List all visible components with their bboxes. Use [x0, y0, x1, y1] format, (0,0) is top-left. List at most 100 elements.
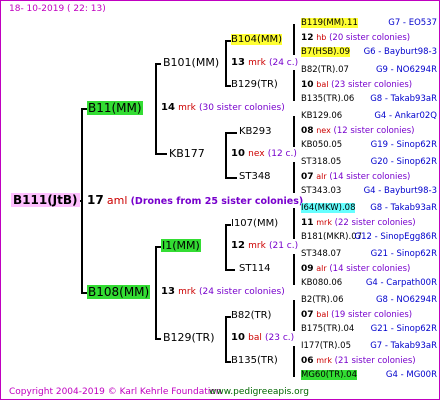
connector-line [155, 246, 157, 340]
connector-line [293, 162, 295, 193]
gen5-origin-top: G8 - Takab93aR [370, 203, 437, 213]
gen5-number: 07 [301, 172, 314, 182]
gen5-info: 09 alr (14 sister colonies) [301, 263, 410, 275]
gen4-queen: ST348 [239, 171, 271, 182]
connector-line [293, 116, 295, 147]
gen5-origin-top: G20 - Sinop62R [370, 157, 437, 167]
gen5-queen-bottom: B135(TR).06 [301, 94, 355, 104]
gen3-mark: mrk [248, 58, 266, 68]
gen4-queen: I107(MM) [231, 218, 279, 229]
gen4-queen: B129(TR) [231, 79, 278, 90]
gen5-queen-name: B119(MM).11 [301, 18, 358, 28]
gen3-number: 10 [231, 148, 245, 159]
gen4-queen: B104(MM) [231, 34, 283, 46]
gen3-queen: I1(MM) [161, 239, 201, 252]
footer-url-link[interactable]: www.pedigreeapis.org [209, 386, 309, 398]
gen2-number: 14 [161, 102, 175, 113]
connector-line [225, 132, 237, 134]
gen2-info-top: 14 mrk (30 sister colonies) [161, 102, 285, 114]
gen5-queen-top: I64(MKW).08 [301, 202, 356, 214]
gen5-mark: bal [316, 80, 329, 89]
gen5-info: 11 mrk (22 sister colonies) [301, 217, 416, 229]
gen5-queen-top: B119(MM).11 [301, 17, 358, 29]
gen5-mark: hb [316, 33, 327, 42]
gen4-queen: B82(TR) [231, 310, 272, 321]
connector-line [293, 70, 295, 101]
gen5-mark: nex [316, 126, 331, 135]
gen3-info: 12 mrk (21 c.) [231, 240, 298, 252]
gen3-queen: B101(MM) [163, 56, 220, 69]
connector-line [225, 316, 227, 363]
gen5-queen-bottom: MG60(TR).04 [301, 369, 357, 381]
gen5-origin-bottom: G4 - MG00R [385, 370, 437, 380]
connector-line [155, 338, 161, 340]
root-queen: B111(JtB) [11, 193, 80, 207]
root-colonies: (Drones from 25 sister colonies) [130, 196, 304, 207]
gen5-origin-top: G7 - EO537 [388, 18, 437, 28]
gen5-number: 07 [301, 310, 314, 320]
gen3-queen-name: I1(MM) [161, 239, 201, 252]
gen3-colonies: (21 c.) [268, 241, 299, 251]
header-date: 18- 10-2019 ( 22: 13) [9, 4, 106, 14]
gen5-origin-bottom: G8 - Takab93aR [370, 94, 437, 104]
gen3-queen: B129(TR) [163, 331, 215, 344]
gen5-info: 10 bal (23 sister colonies) [301, 79, 412, 91]
connector-line [293, 346, 295, 377]
connector-line [225, 269, 235, 271]
gen4-queen: ST114 [239, 263, 271, 274]
gen5-colonies: (23 sister colonies) [331, 80, 413, 90]
gen3-number: 10 [231, 332, 245, 343]
gen5-origin-top: G9 - NO6294R [375, 65, 437, 75]
gen5-queen-bottom: ST343.03 [301, 186, 342, 196]
gen5-info: 06 mrk (21 sister colonies) [301, 355, 416, 367]
gen5-number: 11 [301, 218, 314, 228]
gen3-info: 10 bal (23 c.) [231, 332, 294, 344]
gen3-colonies: (24 c.) [268, 58, 299, 68]
gen5-queen-top: KB129.06 [301, 111, 343, 121]
gen5-number: 08 [301, 126, 314, 136]
gen5-origin-top: G7 - Takab93aR [370, 341, 437, 351]
gen3-queen: KB177 [169, 147, 205, 160]
gen5-info: 07 bal (19 sister colonies) [301, 309, 412, 321]
gen5-number: 10 [301, 80, 314, 90]
connector-line [225, 224, 227, 271]
gen3-info: 13 mrk (24 c.) [231, 57, 298, 69]
gen4-queen: B135(TR) [231, 355, 278, 366]
gen5-queen-top: ST348.07 [301, 249, 342, 259]
gen3-number: 13 [231, 57, 245, 68]
gen5-queen-top: B82(TR).07 [301, 65, 349, 75]
gen3-colonies: (12 c.) [267, 149, 297, 159]
gen5-origin-bottom: G6 - Bayburt98-3 [363, 47, 437, 57]
gen5-origin-bottom: G12 - SinopEgg86R [354, 232, 438, 242]
gen3-mark: mrk [248, 241, 266, 251]
connector-line [293, 300, 295, 331]
connector-line [293, 208, 295, 239]
connector-line [225, 132, 227, 179]
root-mark: aml [106, 194, 128, 207]
gen5-queen-top: B2(TR).06 [301, 295, 344, 305]
gen5-number: 12 [301, 33, 314, 43]
gen5-origin-top: G21 - Sinop62R [370, 249, 437, 259]
gen3-info: 10 nex (12 c.) [231, 148, 297, 160]
connector-line [225, 177, 237, 179]
gen5-colonies: (14 sister colonies) [329, 264, 411, 274]
gen5-colonies: (21 sister colonies) [334, 356, 416, 366]
gen5-origin-bottom: G21 - Sinop62R [370, 324, 437, 334]
connector-line [155, 153, 167, 155]
gen5-queen-bottom: B175(TR).04 [301, 324, 355, 334]
pedigree-chart: 18- 10-2019 ( 22: 13) B111(JtB) 17 aml (… [0, 0, 440, 400]
connector-line [293, 24, 295, 55]
gen2-colonies: (24 sister colonies) [198, 287, 285, 297]
gen3-mark: nex [248, 149, 265, 159]
gen5-mark: alr [316, 264, 327, 273]
gen5-mark: bal [316, 310, 329, 319]
gen4-queen: KB293 [239, 126, 272, 137]
gen5-mark: mrk [316, 218, 332, 227]
gen5-info: 12 hb (20 sister colonies) [301, 32, 410, 44]
gen2-queen-top-name: B11(MM) [87, 101, 143, 115]
gen5-colonies: (14 sister colonies) [329, 172, 411, 182]
gen5-queen-name: MG60(TR).04 [301, 370, 357, 380]
connector-line [293, 254, 295, 285]
gen5-queen-bottom: KB050.05 [301, 140, 343, 150]
gen5-colonies: (22 sister colonies) [334, 218, 416, 228]
